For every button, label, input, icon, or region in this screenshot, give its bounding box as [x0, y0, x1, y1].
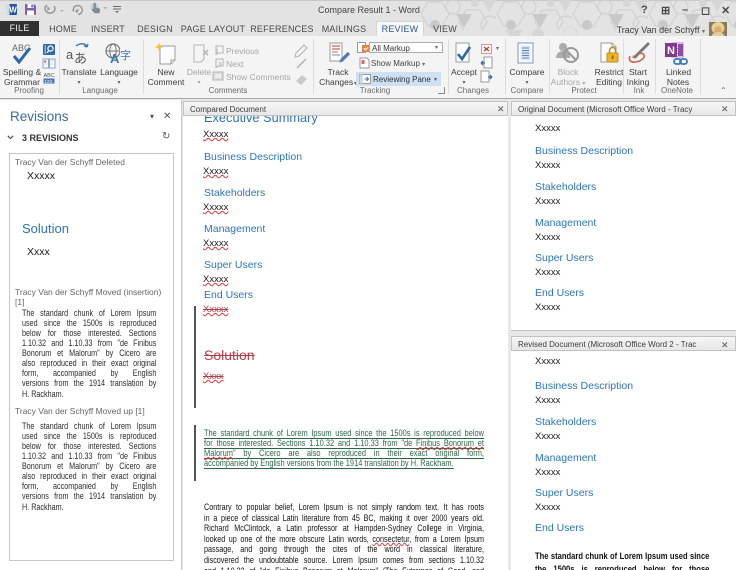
svg-text:a: a: [66, 47, 74, 62]
svg-text:W: W: [9, 6, 17, 15]
svg-text:N: N: [667, 45, 675, 57]
svg-text:123: 123: [45, 79, 53, 84]
svg-text:A: A: [110, 51, 120, 65]
svg-text:字: 字: [120, 48, 131, 62]
svg-text:あ: あ: [74, 51, 87, 65]
